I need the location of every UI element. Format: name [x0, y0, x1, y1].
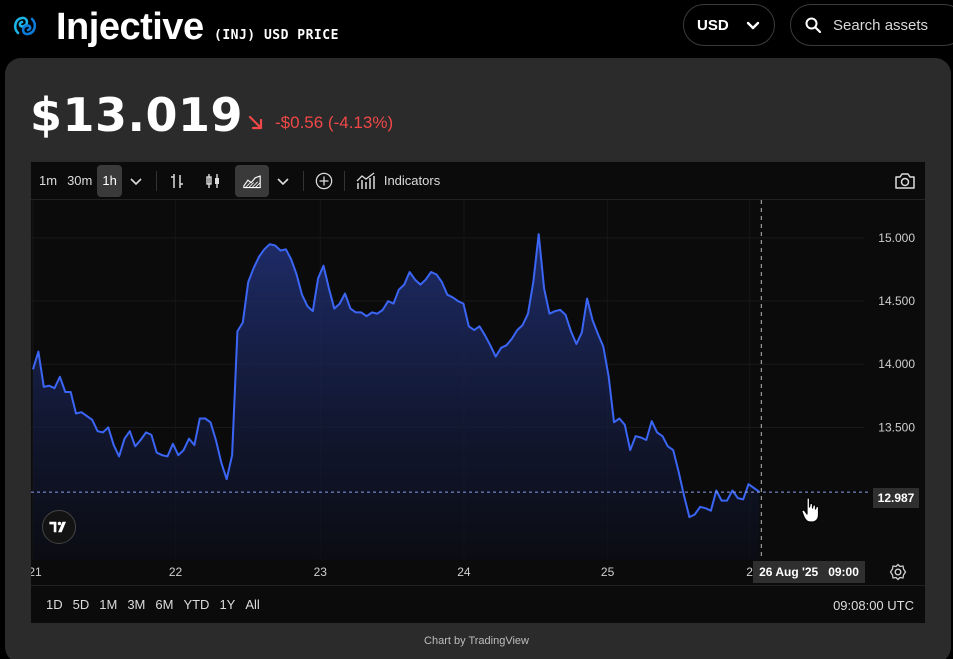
x-tick-label: 23 [314, 565, 328, 579]
area-chart-type-icon[interactable] [234, 164, 269, 197]
range-5d[interactable]: 5D [68, 597, 95, 612]
range-3m[interactable]: 3M [122, 597, 150, 612]
crosshair-time-tag: 26 Aug '25 09:00 [753, 561, 865, 583]
injective-logo-icon [12, 13, 38, 39]
search-placeholder: Search assets [833, 16, 929, 34]
tradingview-logo-icon[interactable] [42, 510, 76, 544]
currency-label: USD [697, 16, 729, 34]
y-tick-label: 14.000 [878, 357, 915, 371]
last-price-tag: 12.987 [873, 488, 919, 508]
chart-settings-gear-icon[interactable] [889, 563, 907, 581]
chart-toolbar: 1m 30m 1h Indicators [31, 162, 925, 200]
price-change: -$0.56 (-4.13%) [247, 113, 393, 133]
current-price: $13.019 [30, 88, 244, 142]
x-tick-label: 25 [601, 565, 615, 579]
indicators-label: Indicators [383, 173, 441, 188]
arrow-down-right-icon [248, 115, 263, 130]
y-tick-label: 14.500 [878, 294, 915, 308]
interval-1h[interactable]: 1h [97, 164, 122, 197]
page-title: Injective [56, 6, 204, 48]
candles-chart-type-icon[interactable] [199, 165, 227, 197]
range-1y[interactable]: 1Y [214, 597, 240, 612]
currency-selector[interactable]: USD [683, 4, 775, 46]
utc-clock[interactable]: 09:08:00 UTC [833, 598, 914, 613]
range-ytd[interactable]: YTD [178, 597, 214, 612]
indicators-icon [356, 171, 375, 189]
range-all[interactable]: All [240, 597, 264, 612]
y-tick-label: 15.000 [878, 231, 915, 245]
camera-icon[interactable] [893, 169, 917, 193]
compare-plus-icon[interactable] [310, 165, 338, 197]
chart-type-menu-chevron-icon[interactable] [269, 165, 297, 197]
price-area-fill [33, 234, 760, 560]
search-icon [805, 17, 821, 33]
x-tick-label: 22 [169, 565, 183, 579]
x-tick-label: 24 [457, 565, 471, 579]
chart-widget: 1m 30m 1h Indicators 15.000 14.500 14.00… [30, 161, 926, 624]
indicators-button[interactable]: Indicators [351, 165, 445, 197]
chevron-down-icon [746, 19, 760, 31]
range-1d[interactable]: 1D [41, 597, 68, 612]
interval-30m[interactable]: 30m [62, 165, 97, 197]
range-bar: 1D 5D 1M 3M 6M YTD 1Y All 09:08:00 UTC [31, 585, 925, 623]
chart-credit: Chart by TradingView [424, 635, 529, 647]
interval-menu-chevron-icon[interactable] [122, 165, 150, 197]
page-subtitle: (INJ) USD PRICE [214, 28, 339, 43]
range-1m[interactable]: 1M [94, 597, 122, 612]
price-change-text: -$0.56 (-4.13%) [275, 113, 394, 132]
y-tick-label: 13.500 [878, 420, 915, 434]
hand-cursor-icon [801, 497, 820, 523]
x-tick-label: 21 [31, 565, 42, 579]
interval-1m[interactable]: 1m [34, 165, 62, 197]
search-assets-input[interactable]: Search assets [790, 4, 953, 46]
bar-chart-type-icon[interactable] [163, 165, 191, 197]
price-area-chart[interactable]: 15.00014.50014.00013.50021 22 23 24 25 2 [31, 200, 925, 586]
range-6m[interactable]: 6M [150, 597, 178, 612]
